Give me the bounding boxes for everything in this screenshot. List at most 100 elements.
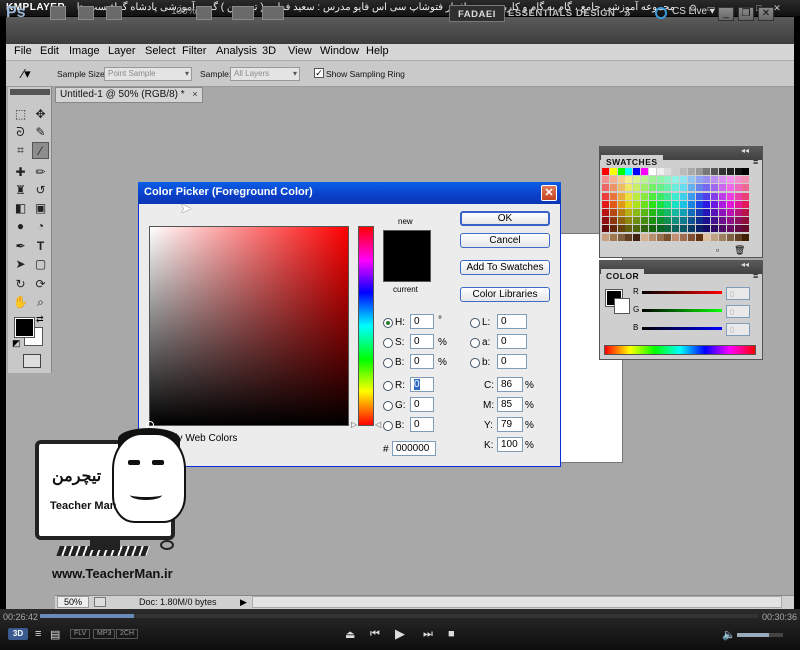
swatch-cell[interactable] [742,217,750,225]
ps-close-button[interactable]: ✕ [758,7,774,21]
cs-live-menu[interactable]: CS Live ▾ [672,6,715,17]
swatch-cell[interactable] [617,200,625,208]
show-sampling-ring-checkbox[interactable]: ✓ [314,68,324,78]
swatch-cell[interactable] [617,192,625,200]
saturation-field[interactable]: 0 [410,334,434,349]
swatch-cell[interactable] [656,200,664,208]
swatches-grid[interactable] [602,168,752,242]
volume-slider[interactable] [737,633,783,637]
menu-select[interactable]: Select [145,45,176,57]
swatch-cell[interactable] [664,192,672,200]
swatch-cell[interactable] [726,233,734,241]
swatch-cell[interactable] [672,200,680,208]
swatch-cell[interactable] [719,192,726,200]
swatch-cell[interactable] [734,168,742,175]
lightness-field[interactable]: 0 [497,314,527,329]
default-colors-icon[interactable]: ◩ [12,338,21,349]
status-info-icon[interactable] [94,597,106,607]
swatch-cell[interactable] [656,209,664,216]
color-panel-g-slider[interactable] [642,309,722,312]
collapse-color-panel-icon[interactable]: ◂◂ [741,260,749,269]
magenta-field[interactable]: 85 [497,397,523,412]
swatch-cell[interactable] [703,168,711,175]
blur-tool-icon[interactable]: ● [12,218,29,235]
player-playlist-icon[interactable]: ▤ [50,628,60,641]
brightness-field[interactable]: 0 [410,354,434,369]
swatch-cell[interactable] [726,225,734,233]
swatch-cell[interactable] [711,168,719,175]
screen-mode-icon[interactable] [262,6,284,20]
hue-slider[interactable] [358,226,374,426]
swatch-cell[interactable] [680,184,687,192]
swatch-cell[interactable] [719,176,726,184]
swatch-cell[interactable] [687,225,695,233]
swatch-cell[interactable] [695,209,703,216]
swatch-cell[interactable] [602,168,609,175]
swatch-cell[interactable] [656,184,664,192]
color-field-picker[interactable] [149,226,349,426]
brush-tool-icon[interactable]: ✏ [32,164,49,181]
swatch-cell[interactable] [664,168,672,175]
menu-view[interactable]: View [288,45,312,57]
menu-layer[interactable]: Layer [108,45,136,57]
swatch-cell[interactable] [617,209,625,216]
swatch-cell[interactable] [703,176,711,184]
swatch-cell[interactable] [719,168,726,175]
status-zoom-field[interactable]: 50% [57,596,89,608]
previous-icon[interactable]: ⏮ [370,628,380,641]
swatch-cell[interactable] [625,192,633,200]
blue-field[interactable]: 0 [410,417,434,432]
pen-tool-icon[interactable]: ✒ [12,238,29,255]
swatch-cell[interactable] [711,217,719,225]
swatch-cell[interactable] [726,217,734,225]
swatch-cell[interactable] [648,168,656,175]
player-menu-icon-bottom[interactable]: ≡ [35,628,41,640]
swatch-cell[interactable] [602,233,609,241]
swatch-cell[interactable] [734,200,742,208]
hand-tool-icon[interactable]: ✋ [12,294,29,311]
swatch-cell[interactable] [711,209,719,216]
menu-analysis[interactable]: Analysis [216,45,257,57]
swatch-cell[interactable] [648,225,656,233]
swatch-cell[interactable] [711,192,719,200]
swatch-cell[interactable] [695,176,703,184]
color-panel-g-field[interactable]: 0 [726,305,750,318]
color-menu-icon[interactable]: ≡ [753,271,758,281]
swatch-cell[interactable] [680,200,687,208]
swatch-cell[interactable] [711,184,719,192]
swatches-tab[interactable]: SWATCHES [601,155,663,169]
swatch-cell[interactable] [641,192,648,200]
hand-tool-icon[interactable] [196,6,212,20]
lightness-radio[interactable] [470,318,480,328]
swatch-cell[interactable] [648,184,656,192]
path-selection-tool-icon[interactable]: ➤ [12,256,29,273]
zoom-level-dropdown[interactable]: 100% [171,6,197,17]
swatch-cell[interactable] [680,233,687,241]
healing-brush-tool-icon[interactable]: ✚ [12,164,29,181]
swatch-cell[interactable] [664,200,672,208]
black-field[interactable]: 100 [497,437,523,452]
swatch-cell[interactable] [680,225,687,233]
swatch-cell[interactable] [641,184,648,192]
clone-stamp-tool-icon[interactable]: ♜ [12,182,29,199]
swatch-cell[interactable] [672,192,680,200]
a-channel-radio[interactable] [470,338,480,348]
swatch-cell[interactable] [633,184,641,192]
b-channel-field[interactable]: 0 [497,354,527,369]
swatch-cell[interactable] [609,217,617,225]
swatch-cell[interactable] [648,209,656,216]
swatch-cell[interactable] [672,225,680,233]
swatch-cell[interactable] [742,200,750,208]
swatch-cell[interactable] [680,176,687,184]
zoom-tool-icon[interactable]: ⌕ [32,294,49,311]
swatch-cell[interactable] [742,192,750,200]
swatch-cell[interactable] [648,200,656,208]
hue-slider-right-arrow-icon[interactable]: ◁ [375,420,381,429]
swatch-cell[interactable] [687,176,695,184]
swatch-cell[interactable] [703,209,711,216]
color-panel-r-slider[interactable] [642,291,722,294]
swatch-cell[interactable] [703,192,711,200]
history-brush-tool-icon[interactable]: ↺ [32,182,49,199]
hue-field[interactable]: 0 [410,314,434,329]
status-menu-arrow-icon[interactable]: ▶ [240,597,247,608]
